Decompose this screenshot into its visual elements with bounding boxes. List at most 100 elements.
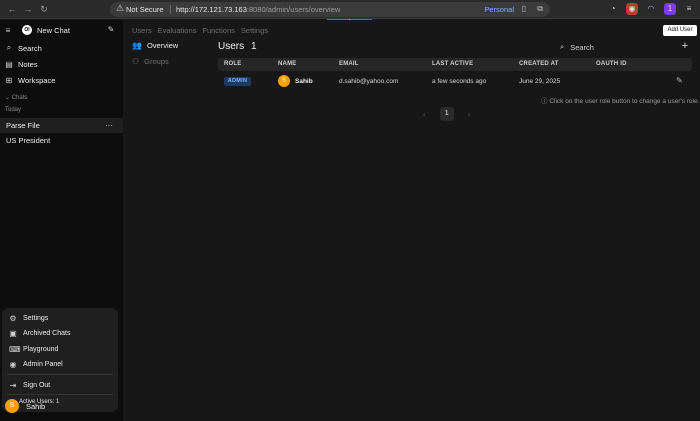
- menu-item-sign-out[interactable]: ⇥ Sign Out: [9, 381, 51, 390]
- menu-divider: [7, 394, 113, 395]
- user-name-cell: Sahib: [295, 78, 313, 85]
- search-icon: ⌕: [6, 43, 12, 52]
- last-active-cell: a few seconds ago: [432, 78, 487, 85]
- compose-icon[interactable]: ✎: [107, 25, 115, 34]
- url-host: http://172.121.73.163: [176, 5, 247, 14]
- column-header-role[interactable]: ROLE: [224, 61, 241, 67]
- role-hint: ⓘ Click on the user role button to chang…: [541, 95, 699, 105]
- sign-out-icon: ⇥: [9, 381, 17, 390]
- sidebar: ≡ OI New Chat ✎ ⌕ Search ▤ Notes ⊞ Works…: [0, 20, 123, 421]
- url-text[interactable]: http://172.121.73.163:8080/admin/users/o…: [176, 5, 340, 14]
- tab-evaluations[interactable]: Evaluations: [158, 26, 197, 35]
- info-icon: ⓘ: [541, 98, 548, 105]
- user-profile-button[interactable]: S Sahib: [5, 399, 45, 413]
- extension-badge-count: 1: [667, 4, 673, 13]
- column-header-oauth-id[interactable]: OAUTH ID: [596, 61, 627, 67]
- new-chat-label: New Chat: [37, 25, 70, 35]
- forward-icon[interactable]: →: [22, 3, 34, 15]
- users-icon: 👥: [132, 41, 142, 50]
- tab-functions[interactable]: Functions: [202, 26, 235, 35]
- user-circle-icon: ◉: [9, 360, 17, 369]
- column-header-created-at[interactable]: CREATED AT: [519, 61, 559, 67]
- address-bar[interactable]: ⚠ Not Secure http://172.121.73.163:8080/…: [110, 2, 550, 17]
- search-icon: ⌕: [560, 42, 565, 51]
- user-count: 1: [251, 41, 257, 52]
- sidebar-item-notes[interactable]: ▤ Notes: [5, 60, 38, 69]
- page-button[interactable]: 1: [439, 107, 454, 121]
- sidebar-item-search[interactable]: ⌕ Search: [5, 43, 42, 53]
- page-title: Users: [218, 41, 245, 52]
- avatar: S: [5, 399, 19, 413]
- chat-title: Parse File: [6, 121, 40, 130]
- chevron-left-icon[interactable]: ‹: [423, 110, 426, 119]
- menu-item-playground[interactable]: ⌨ Playground: [9, 345, 58, 354]
- tabs-icon[interactable]: ⧉: [537, 4, 543, 14]
- address-separator: [170, 5, 171, 14]
- menu-item-label: Admin Panel: [23, 361, 63, 368]
- plus-icon: +: [681, 40, 689, 52]
- device-icon[interactable]: ▯: [522, 4, 526, 13]
- subnav-label: Overview: [146, 41, 179, 50]
- tab-settings[interactable]: Settings: [241, 26, 268, 35]
- extension-icon[interactable]: ◔: [607, 3, 619, 15]
- browser-toolbar: ← → ↻ ⚠ Not Secure http://172.121.73.163…: [0, 0, 700, 19]
- today-label: Today: [5, 107, 22, 113]
- menu-divider: [7, 374, 113, 375]
- search-placeholder: Search: [570, 42, 594, 52]
- subnav-label: Groups: [144, 57, 169, 66]
- more-options-icon[interactable]: ···: [105, 118, 113, 133]
- admin-panel: Users Evaluations Functions Settings 👥 O…: [123, 20, 700, 421]
- add-user-tooltip: Add User: [663, 25, 697, 36]
- reload-icon[interactable]: ↻: [38, 3, 50, 15]
- menu-item-archived-chats[interactable]: ▣ Archived Chats: [9, 329, 70, 338]
- pagination: ‹ 1 ›: [423, 107, 470, 121]
- url-path: :8080/admin/users/overview: [246, 5, 341, 14]
- extension-red-icon[interactable]: ◉: [626, 3, 638, 15]
- menu-item-label: Playground: [23, 346, 59, 353]
- menu-icon[interactable]: ≡: [683, 3, 695, 15]
- chats-section-toggle[interactable]: ⌄ Chats: [5, 94, 27, 101]
- warning-icon: ⚠: [116, 3, 125, 13]
- search-input[interactable]: ⌕ Search: [560, 42, 594, 52]
- logo-icon: OI: [22, 25, 32, 35]
- column-header-name[interactable]: NAME: [278, 61, 296, 67]
- add-user-button[interactable]: +: [678, 40, 692, 54]
- gear-icon: ⚙: [9, 314, 17, 323]
- edit-icon[interactable]: ✎: [676, 76, 683, 85]
- back-icon[interactable]: ←: [6, 3, 18, 15]
- email-cell: d.sahib@yahoo.com: [339, 78, 399, 85]
- archive-icon: ▣: [9, 329, 17, 338]
- table-header: ROLE NAME EMAIL LAST ACTIVE CREATED AT O…: [218, 58, 692, 71]
- extension-badge-icon[interactable]: 1: [664, 3, 676, 15]
- table-row: ADMIN S Sahib d.sahib@yahoo.com a few se…: [218, 72, 692, 91]
- chevron-right-icon[interactable]: ›: [468, 110, 471, 119]
- admin-tabs: Users Evaluations Functions Settings: [132, 26, 268, 35]
- chat-title: US President: [6, 136, 51, 145]
- menu-item-admin-panel[interactable]: ◉ Admin Panel: [9, 360, 63, 369]
- sidebar-item-label: Notes: [18, 60, 38, 69]
- sidebar-item-workspace[interactable]: ⊞ Workspace: [5, 76, 56, 85]
- created-at-cell: June 29, 2025: [519, 78, 561, 85]
- profile-label[interactable]: Personal: [484, 5, 514, 14]
- menu-item-settings[interactable]: ⚙ Settings: [9, 314, 48, 323]
- menu-item-label: Sign Out: [23, 382, 51, 389]
- subnav-groups[interactable]: ⚇ Groups: [132, 57, 169, 66]
- user-name: Sahib: [26, 401, 46, 411]
- security-label: Not Secure: [126, 5, 164, 14]
- column-header-email[interactable]: EMAIL: [339, 61, 359, 67]
- avatar: S: [278, 75, 290, 87]
- user-menu: ⚙ Settings ▣ Archived Chats ⌨ Playground…: [2, 308, 118, 412]
- menu-item-label: Archived Chats: [23, 330, 71, 337]
- sidebar-toggle-icon[interactable]: ≡: [4, 26, 12, 35]
- column-header-last-active[interactable]: LAST ACTIVE: [432, 61, 473, 67]
- chat-item-us-president[interactable]: US President: [0, 133, 123, 148]
- code-icon: ⌨: [9, 345, 21, 354]
- new-chat-button[interactable]: OI New Chat: [22, 25, 70, 35]
- subnav-overview[interactable]: 👥 Overview: [132, 41, 178, 50]
- chats-label: Chats: [11, 95, 28, 101]
- extension-blue-icon[interactable]: ◠: [645, 3, 657, 15]
- tab-users[interactable]: Users: [132, 26, 152, 35]
- sidebar-item-label: Search: [18, 43, 42, 53]
- chat-item-parse-file[interactable]: Parse File ···: [0, 118, 123, 133]
- role-button[interactable]: ADMIN: [224, 77, 251, 86]
